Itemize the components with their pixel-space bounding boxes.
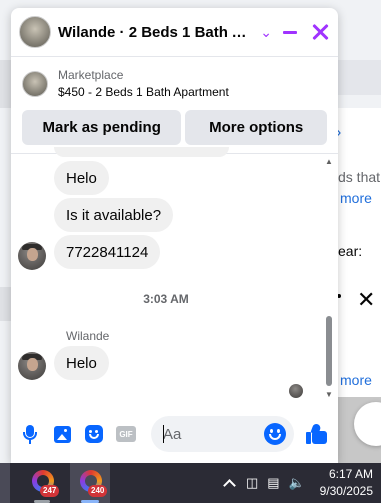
- listing-source: Marketplace: [58, 68, 124, 82]
- like-icon[interactable]: [306, 422, 328, 445]
- chat-window: Wilande · 2 Beds 1 Bath Apartment ⌄ Mark…: [11, 8, 338, 463]
- background-close-icon[interactable]: ✕: [357, 289, 375, 311]
- background-header-strip: [338, 60, 381, 95]
- background-label: ear:: [338, 243, 363, 259]
- microphone-icon[interactable]: [19, 423, 41, 445]
- clock-time: 6:17 AM: [328, 467, 373, 481]
- minimize-icon[interactable]: [282, 30, 297, 34]
- taskbar-app-browser-active[interactable]: 240: [70, 463, 110, 503]
- scroll-up-icon[interactable]: ▲: [325, 158, 333, 166]
- system-clock[interactable]: 6:17 AM 9/30/2025: [320, 466, 373, 500]
- system-tray: ◫ ▤ 🔈: [223, 474, 314, 492]
- gif-label: GIF: [116, 426, 136, 442]
- chat-avatar[interactable]: [19, 16, 51, 48]
- message-bubble: Helo: [54, 161, 109, 195]
- photo-icon[interactable]: [51, 423, 73, 445]
- gif-icon[interactable]: GIF: [115, 423, 137, 445]
- chat-title[interactable]: Wilande · 2 Beds 1 Bath Apartment: [58, 24, 253, 41]
- listing-thumbnail: [22, 70, 48, 97]
- taskbar-app-browser[interactable]: 247: [22, 463, 62, 503]
- scrollbar-thumb[interactable]: [326, 316, 332, 386]
- message-bubble: Is it available?: [54, 198, 174, 232]
- device-icon[interactable]: ◫: [246, 475, 258, 491]
- avatar[interactable]: [18, 352, 46, 380]
- message-input[interactable]: [163, 425, 258, 443]
- message-input-box[interactable]: [151, 416, 294, 452]
- seen-indicator-avatar: [289, 384, 303, 398]
- listing-text: Marketplace $450 - 2 Beds 1 Bath Apartme…: [58, 68, 229, 99]
- network-icon[interactable]: ▤: [267, 475, 279, 491]
- sticker-icon[interactable]: [83, 423, 105, 445]
- avatar[interactable]: [18, 242, 46, 270]
- chevron-down-icon[interactable]: ⌄: [257, 24, 275, 41]
- chat-header[interactable]: Wilande · 2 Beds 1 Bath Apartment ⌄: [11, 8, 338, 57]
- mark-as-pending-button[interactable]: Mark as pending: [22, 110, 182, 145]
- taskbar-start-edge[interactable]: [0, 463, 10, 503]
- text-caret: [163, 425, 164, 443]
- more-options-button[interactable]: More options: [185, 110, 327, 145]
- left-band: [0, 60, 11, 108]
- emoji-icon[interactable]: [264, 423, 286, 445]
- listing-summary[interactable]: Marketplace $450 - 2 Beds 1 Bath Apartme…: [11, 57, 338, 110]
- clock-date: 9/30/2025: [319, 484, 373, 498]
- message-composer: GIF: [11, 412, 338, 456]
- message-bubble: 7722841124: [54, 235, 161, 269]
- scroll-down-icon[interactable]: ▼: [325, 391, 333, 399]
- taskbar: 247 240 ◫ ▤ 🔈 6:17 AM 9/30/2025: [0, 463, 381, 503]
- volume-icon[interactable]: 🔈: [289, 475, 305, 491]
- message-timestamp: 3:03 AM: [143, 292, 189, 306]
- listing-description: $450 - 2 Beds 1 Bath Apartment: [58, 85, 229, 99]
- notification-badge: 247: [40, 485, 60, 497]
- listing-actions: Mark as pending More options: [11, 110, 338, 145]
- left-background-strip: [0, 0, 11, 463]
- close-icon[interactable]: [309, 21, 330, 43]
- background-see-more-link-2[interactable]: more: [340, 372, 372, 388]
- message-list[interactable]: Helo Is it available? 7722841124 3:03 AM…: [11, 147, 338, 401]
- left-band: [0, 287, 11, 321]
- sender-name: Wilande: [66, 329, 110, 343]
- scrollbar[interactable]: ▲ ▼: [325, 158, 333, 400]
- message-bubble-partial: [54, 147, 229, 157]
- background-see-more-link[interactable]: more: [340, 190, 372, 206]
- notification-badge: 240: [88, 485, 108, 497]
- background-text: ds that: [338, 169, 381, 185]
- chevron-up-icon[interactable]: [223, 479, 236, 492]
- message-bubble: Helo: [54, 346, 109, 380]
